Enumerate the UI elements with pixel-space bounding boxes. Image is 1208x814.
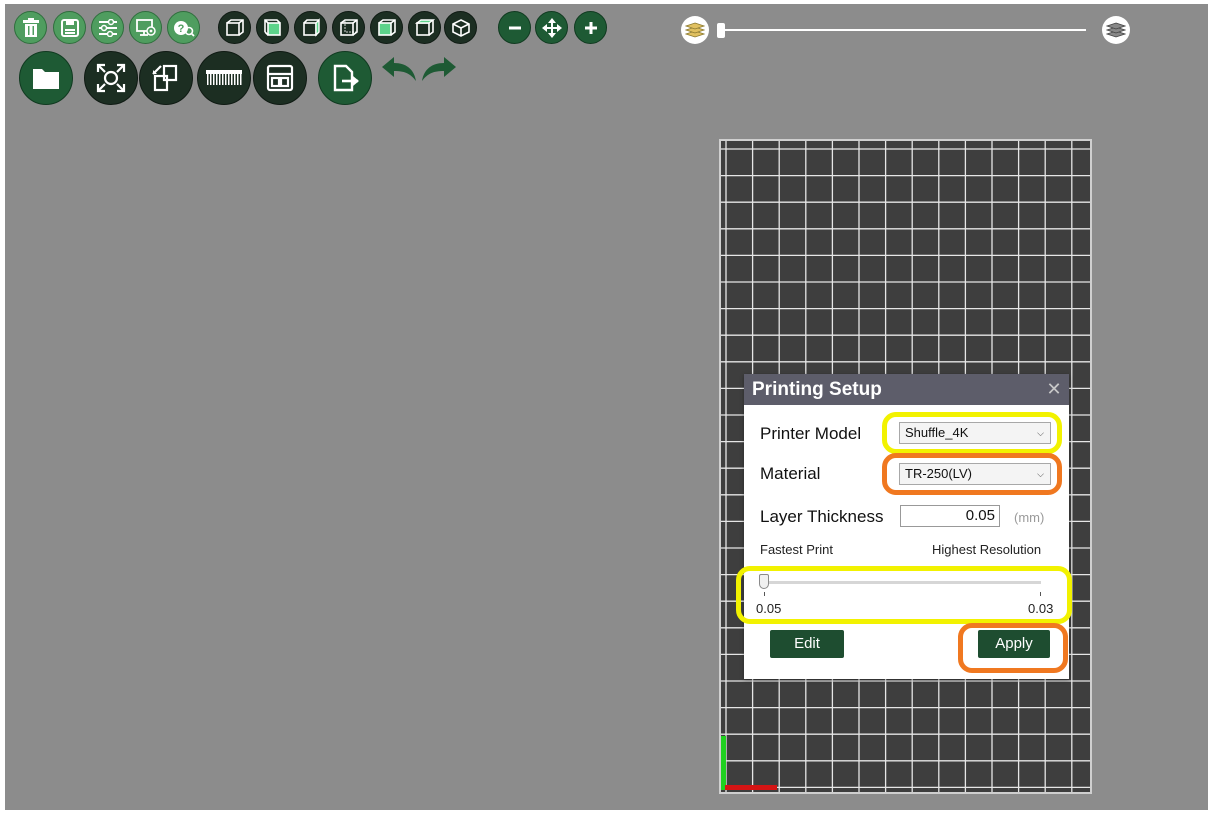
material-label: Material — [760, 464, 821, 483]
view-cube-iso-icon[interactable] — [444, 11, 477, 44]
layout-icon[interactable] — [253, 51, 307, 105]
fastest-print-label: Fastest Print — [760, 542, 833, 557]
printer-model-label: Printer Model — [760, 424, 862, 443]
edit-button[interactable]: Edit — [770, 630, 844, 658]
printer-model-highlight — [882, 412, 1062, 454]
zoom-in-icon[interactable] — [574, 11, 607, 44]
view-cube-back-icon[interactable] — [332, 11, 365, 44]
close-x-icon[interactable]: ✕ — [1045, 380, 1063, 398]
edit-copy-icon[interactable] — [139, 51, 193, 105]
highest-resolution-label: Highest Resolution — [932, 542, 1042, 557]
layer-thickness-unit: (mm) — [1014, 510, 1045, 525]
support-comb-icon[interactable] — [197, 51, 251, 105]
view-cube-right-icon[interactable] — [294, 11, 327, 44]
redo-icon[interactable] — [420, 55, 458, 85]
settings-sliders-icon[interactable] — [91, 11, 124, 44]
layer-thickness-label: Layer Thickness — [760, 507, 884, 526]
svg-text:?: ? — [177, 23, 184, 35]
view-cube-top-icon[interactable] — [370, 11, 403, 44]
pan-move-icon[interactable] — [535, 11, 568, 44]
y-axis-indicator — [721, 736, 726, 790]
view-cube-bottom-icon[interactable] — [408, 11, 441, 44]
monitor-settings-icon[interactable] — [129, 11, 162, 44]
dialog-title-text: Printing Setup — [752, 379, 882, 400]
layer-slider-track[interactable] — [724, 29, 1086, 31]
fit-view-icon[interactable] — [84, 51, 138, 105]
export-icon[interactable] — [318, 51, 372, 105]
open-folder-icon[interactable] — [19, 51, 73, 105]
view-cube-left-icon[interactable] — [256, 11, 289, 44]
layer-slider-handle[interactable] — [717, 23, 725, 38]
trash-icon[interactable] — [14, 11, 47, 44]
apply-highlight — [958, 623, 1068, 673]
dialog-title: Printing Setup — [744, 374, 1069, 405]
save-icon[interactable] — [53, 11, 86, 44]
zoom-out-icon[interactable] — [498, 11, 531, 44]
layers-bottom-icon[interactable] — [681, 16, 709, 44]
x-axis-indicator — [725, 785, 777, 790]
resolution-slider-highlight — [736, 566, 1072, 624]
material-highlight — [882, 453, 1062, 495]
layers-top-icon[interactable] — [1102, 16, 1130, 44]
undo-icon[interactable] — [380, 55, 418, 85]
view-cube-front-icon[interactable] — [218, 11, 251, 44]
help-search-icon[interactable]: ? — [167, 11, 200, 44]
layer-thickness-input[interactable]: 0.05 — [900, 505, 1000, 527]
